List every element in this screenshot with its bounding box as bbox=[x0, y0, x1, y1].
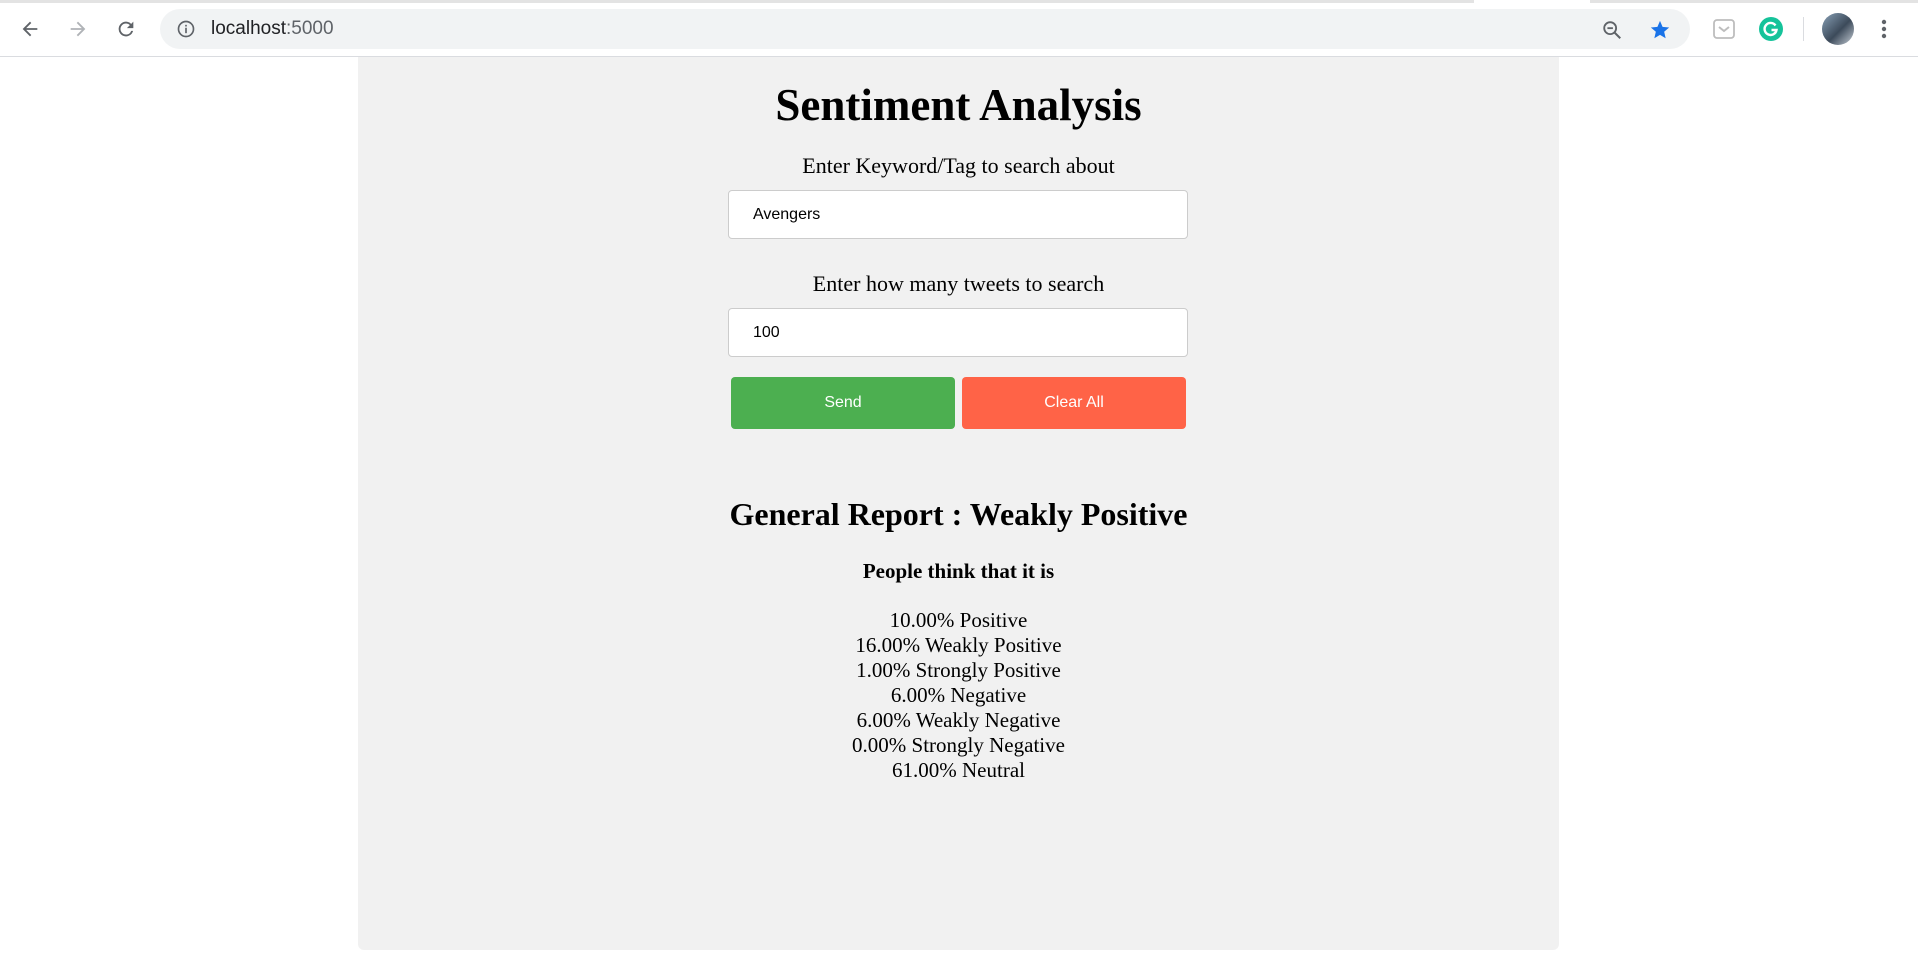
tweet-count-input[interactable] bbox=[728, 308, 1188, 357]
keyword-label: Enter Keyword/Tag to search about bbox=[802, 153, 1115, 178]
reload-button[interactable] bbox=[108, 11, 144, 47]
url-text[interactable]: localhost:5000 bbox=[211, 18, 334, 40]
url-port: :5000 bbox=[286, 18, 334, 39]
result-weakly-positive: 16.00% Weakly Positive bbox=[855, 633, 1062, 657]
url-host: localhost bbox=[211, 18, 286, 39]
toolbar-divider bbox=[1803, 17, 1804, 41]
kebab-menu-icon[interactable] bbox=[1874, 17, 1894, 41]
tab-strip-edge-right bbox=[1590, 0, 1918, 3]
keyword-input[interactable] bbox=[728, 190, 1188, 239]
star-icon[interactable] bbox=[1649, 19, 1671, 41]
grammarly-icon[interactable] bbox=[1758, 16, 1784, 42]
general-report-heading: General Report : Weakly Positive bbox=[729, 496, 1188, 532]
forward-button[interactable] bbox=[60, 11, 96, 47]
result-negative: 6.00% Negative bbox=[890, 683, 1027, 707]
tab-strip-edge bbox=[0, 0, 1474, 3]
result-positive: 10.00% Positive bbox=[889, 608, 1028, 632]
address-bar[interactable]: localhost:5000 bbox=[160, 9, 1690, 49]
result-strongly-negative: 0.00% Strongly Negative bbox=[852, 733, 1065, 757]
sentiment-results: 10.00% Positive 16.00% Weakly Positive 1… bbox=[358, 608, 1559, 783]
result-neutral: 61.00% Neutral bbox=[892, 758, 1025, 782]
back-button[interactable] bbox=[12, 11, 48, 47]
zoom-out-icon[interactable] bbox=[1601, 19, 1623, 41]
back-arrow-icon bbox=[22, 21, 38, 37]
reload-icon bbox=[118, 21, 134, 37]
info-icon[interactable] bbox=[176, 19, 196, 39]
page-title: Sentiment Analysis bbox=[775, 80, 1142, 130]
result-weakly-negative: 6.00% Weakly Negative bbox=[856, 708, 1061, 732]
pocket-icon[interactable] bbox=[1711, 16, 1737, 42]
result-strongly-positive: 1.00% Strongly Positive bbox=[856, 658, 1061, 682]
tweet-count-label: Enter how many tweets to search bbox=[812, 271, 1105, 296]
send-button[interactable]: Send bbox=[731, 377, 955, 429]
forward-arrow-icon bbox=[70, 21, 86, 37]
browser-toolbar: localhost:5000 bbox=[0, 0, 1918, 57]
avatar[interactable] bbox=[1822, 13, 1854, 45]
people-think-heading: People think that it is bbox=[862, 559, 1055, 583]
clear-all-button[interactable]: Clear All bbox=[962, 377, 1186, 429]
main-panel: Sentiment Analysis Enter Keyword/Tag to … bbox=[358, 57, 1559, 950]
